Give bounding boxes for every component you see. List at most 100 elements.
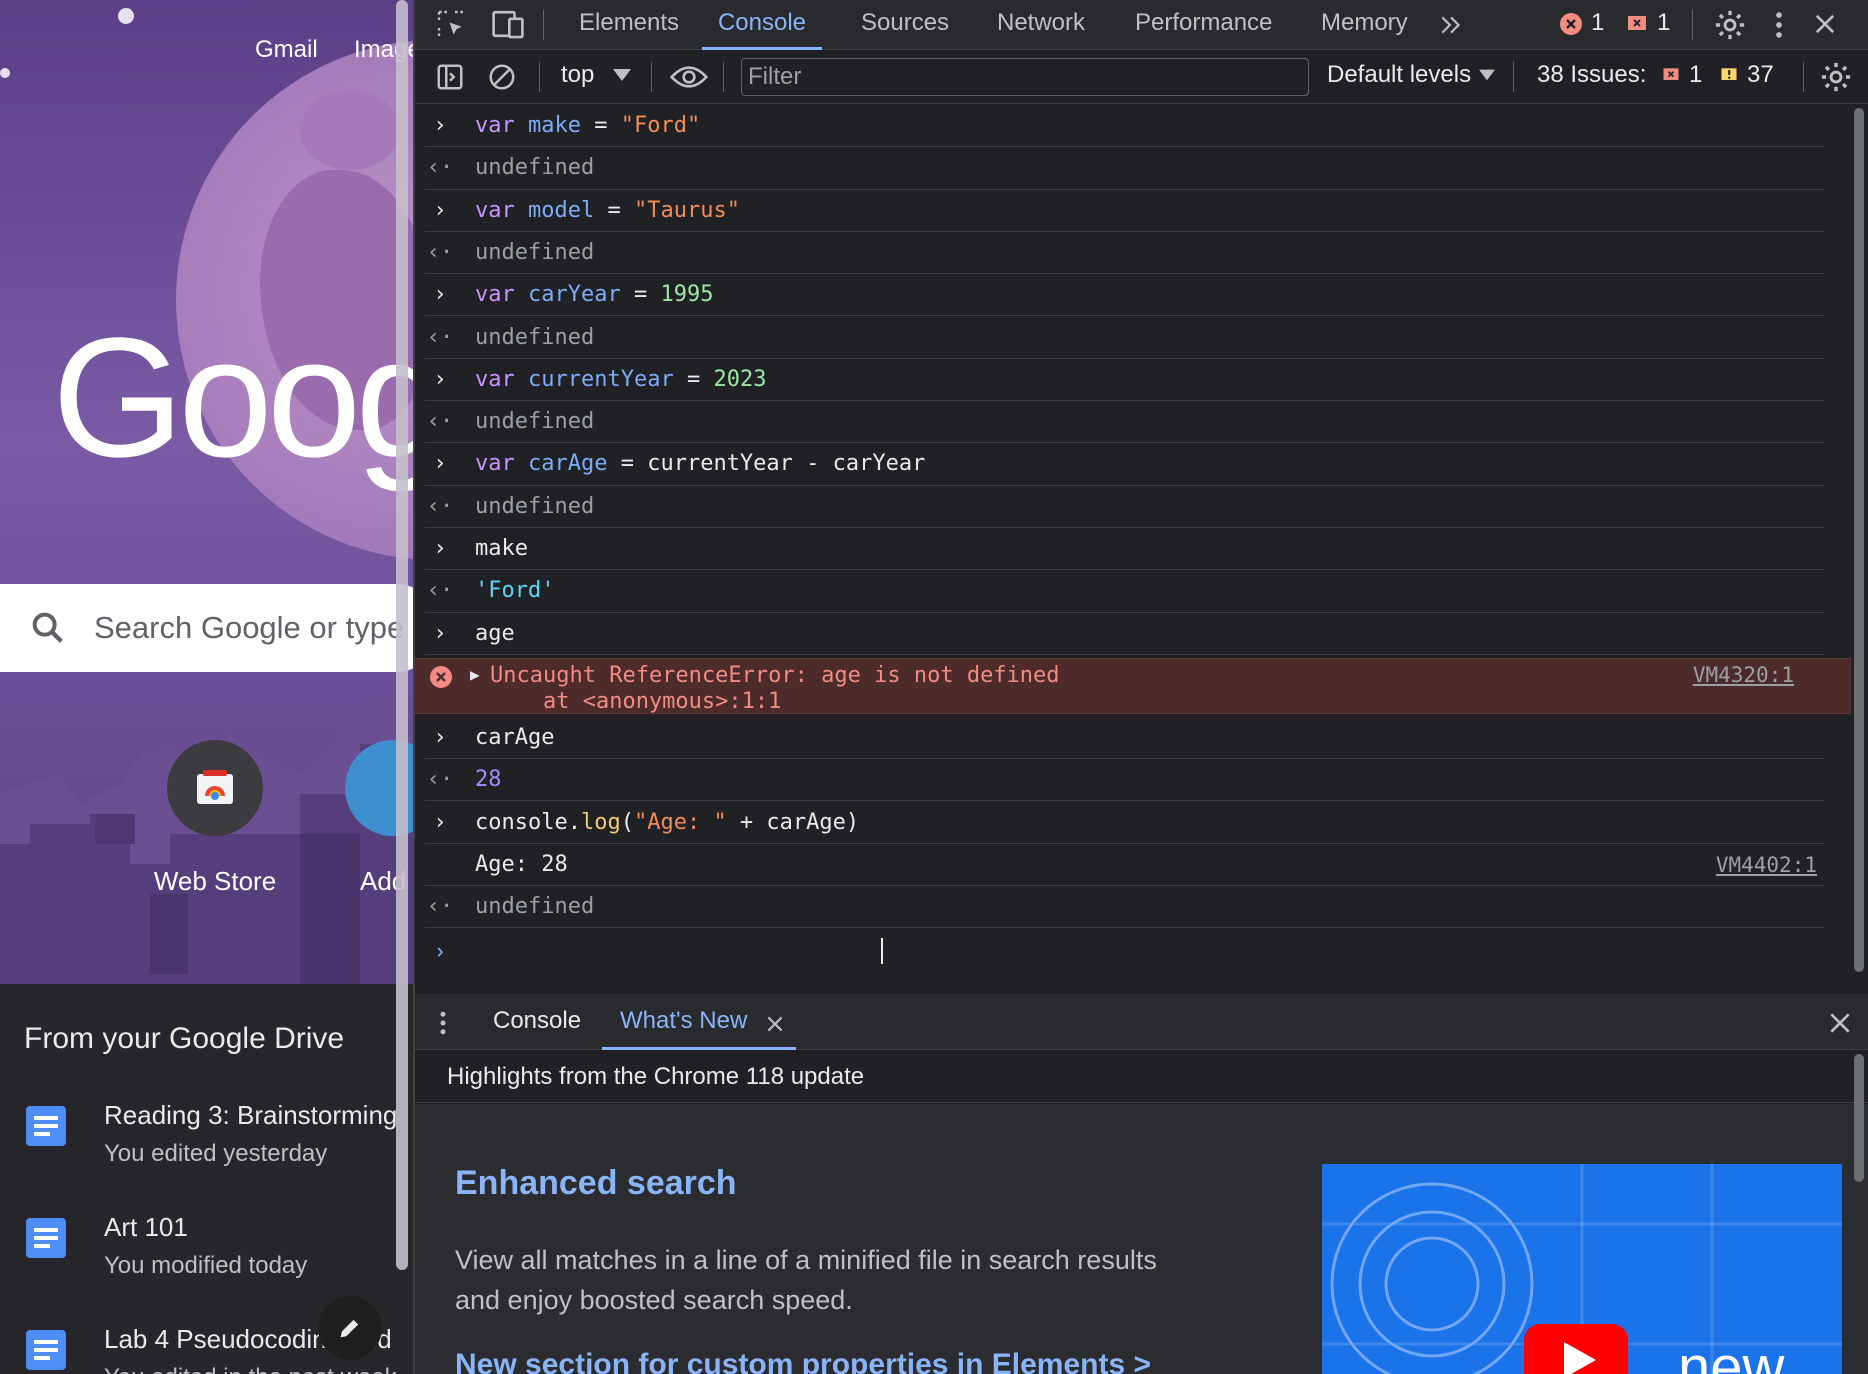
token: 1995 <box>660 282 714 308</box>
console-filter-field[interactable] <box>741 58 1309 96</box>
token: 2023 <box>713 366 767 392</box>
customize-edit-button[interactable] <box>318 1296 382 1360</box>
console-row-input[interactable]: › var currentYear = 2023 <box>425 359 1825 402</box>
token: = <box>620 282 661 308</box>
star-decoration <box>118 8 134 24</box>
tab-performance[interactable]: Performance <box>1135 0 1272 50</box>
shortcut-web-store[interactable]: Web Store <box>140 740 290 897</box>
whats-new-video-thumbnail[interactable]: new <box>1322 1164 1842 1374</box>
input-chevron-icon: › <box>433 724 447 750</box>
gmail-link[interactable]: Gmail <box>255 36 318 64</box>
console-settings-gear-icon[interactable] <box>1819 60 1853 94</box>
tab-network[interactable]: Network <box>997 0 1085 50</box>
context-selector[interactable]: top <box>561 52 594 102</box>
device-toolbar-icon[interactable] <box>491 8 525 40</box>
console-toolbar: top Default levels 38 Issues: 1 37 <box>415 50 1868 104</box>
tab-memory[interactable]: Memory <box>1321 0 1408 50</box>
token: ( <box>620 809 634 835</box>
drawer-tab-console[interactable]: Console <box>493 997 581 1050</box>
expand-triangle-icon[interactable]: ▶ <box>470 665 480 684</box>
live-expression-eye-icon[interactable] <box>669 62 709 92</box>
console-text: var currentYear = 2023 <box>475 359 766 401</box>
token: carYear <box>528 282 621 308</box>
console-text: var make = "Ford" <box>475 105 700 147</box>
console-row-input[interactable]: › var make = "Ford" <box>425 105 1825 148</box>
console-text: undefined <box>475 486 594 528</box>
token: console. <box>475 809 581 835</box>
token: carAge <box>475 724 555 750</box>
page-scrollbar[interactable] <box>396 0 408 1270</box>
next-article-link[interactable]: New section for custom properties in Ele… <box>455 1348 1151 1374</box>
console-row-input[interactable]: › var carYear = 1995 <box>425 274 1825 317</box>
ntp-search-box[interactable]: Search Google or type a URL <box>0 584 413 672</box>
console-row-input[interactable]: › make <box>425 528 1825 571</box>
error-flag-icon[interactable] <box>1625 12 1649 36</box>
drawer-tabbar: Console What's New <box>415 994 1868 1050</box>
console-row-input[interactable]: › var carAge = currentYear - carYear <box>425 443 1825 486</box>
token: undefined <box>475 155 595 181</box>
token: + carAge) <box>726 809 860 835</box>
tab-sources[interactable]: Sources <box>861 0 949 50</box>
token: undefined <box>475 409 595 435</box>
token: var <box>475 113 515 138</box>
search-icon <box>32 612 63 643</box>
inspect-element-icon[interactable] <box>435 8 467 40</box>
input-chevron-icon: › <box>433 809 447 835</box>
token: var <box>475 451 515 477</box>
sidebar-toggle-icon[interactable] <box>435 62 465 92</box>
token: undefined <box>475 239 595 265</box>
console-row-result[interactable]: ‹· 'Ford' <box>425 570 1825 613</box>
tab-console[interactable]: Console <box>702 0 822 50</box>
console-row-result[interactable]: ‹· undefined <box>425 147 1825 190</box>
filter-input[interactable] <box>742 59 1308 95</box>
result-arrow-icon: ‹· <box>426 767 454 793</box>
console-row-result[interactable]: ‹· undefined <box>425 401 1825 444</box>
article-title[interactable]: Enhanced search <box>455 1164 737 1203</box>
close-tab-icon[interactable] <box>765 1014 785 1034</box>
error-message: Uncaught ReferenceError: age is not defi… <box>490 662 1060 688</box>
console-text: Age: 28 <box>475 844 568 886</box>
error-count[interactable]: 1 <box>1591 0 1604 50</box>
tab-elements[interactable]: Elements <box>579 0 679 50</box>
console-row-result[interactable]: ‹· undefined <box>425 886 1825 929</box>
console-messages[interactable]: › var make = "Ford" ‹· undefined › var model … <box>415 105 1868 993</box>
drawer-menu-icon[interactable] <box>433 1008 453 1038</box>
devtools-main-tabbar: Elements Console Sources Network Perform… <box>415 0 1868 50</box>
console-row-result[interactable]: ‹· undefined <box>425 486 1825 528</box>
error-circle-icon[interactable] <box>1559 12 1583 36</box>
console-row-result[interactable]: ‹· undefined <box>425 317 1825 359</box>
close-drawer-icon[interactable] <box>1827 1010 1853 1036</box>
planet-landmass <box>300 90 400 170</box>
issues-warning-count[interactable]: 37 <box>1747 52 1774 102</box>
close-devtools-icon[interactable] <box>1811 10 1839 38</box>
clear-console-icon[interactable] <box>487 62 517 92</box>
console-row-log[interactable]: Age: 28 VM4402:1 <box>425 844 1825 887</box>
issues-error-count[interactable]: 1 <box>1689 52 1702 102</box>
issues-label[interactable]: 38 Issues: <box>1537 52 1646 102</box>
console-row-input[interactable]: › var model = "Taurus" <box>425 190 1825 232</box>
source-link[interactable]: VM4402:1 <box>1716 844 1817 886</box>
token: make <box>475 536 528 561</box>
more-tabs-chevron-icon[interactable] <box>1437 12 1465 38</box>
result-arrow-icon: ‹· <box>426 578 454 604</box>
drawer-tab-label: What's New <box>620 1007 748 1034</box>
warning-count[interactable]: 1 <box>1657 0 1670 50</box>
google-docs-icon <box>26 1218 66 1258</box>
source-link[interactable]: VM4320:1 <box>1693 663 1794 687</box>
drawer-scrollbar[interactable] <box>1854 1054 1864 1182</box>
token: model <box>528 197 595 223</box>
log-levels-dropdown[interactable]: Default levels <box>1327 52 1471 102</box>
settings-gear-icon[interactable] <box>1713 8 1747 42</box>
kebab-menu-icon[interactable] <box>1769 8 1789 42</box>
search-input-placeholder[interactable]: Search Google or type a URL <box>94 610 413 646</box>
console-row-input[interactable]: › console.log("Age: " + carAge) <box>425 802 1825 844</box>
console-row-result[interactable]: ‹· 28 <box>425 759 1825 802</box>
console-row-input[interactable]: › carAge <box>425 717 1825 760</box>
token: "Taurus" <box>633 197 740 223</box>
input-chevron-icon: › <box>433 197 447 223</box>
console-row-result[interactable]: ‹· undefined <box>425 232 1825 275</box>
console-row-input[interactable]: › age <box>425 613 1825 655</box>
console-scrollbar[interactable] <box>1854 108 1864 972</box>
console-row-error[interactable]: ▶ Uncaught ReferenceError: age is not def… <box>415 657 1851 714</box>
